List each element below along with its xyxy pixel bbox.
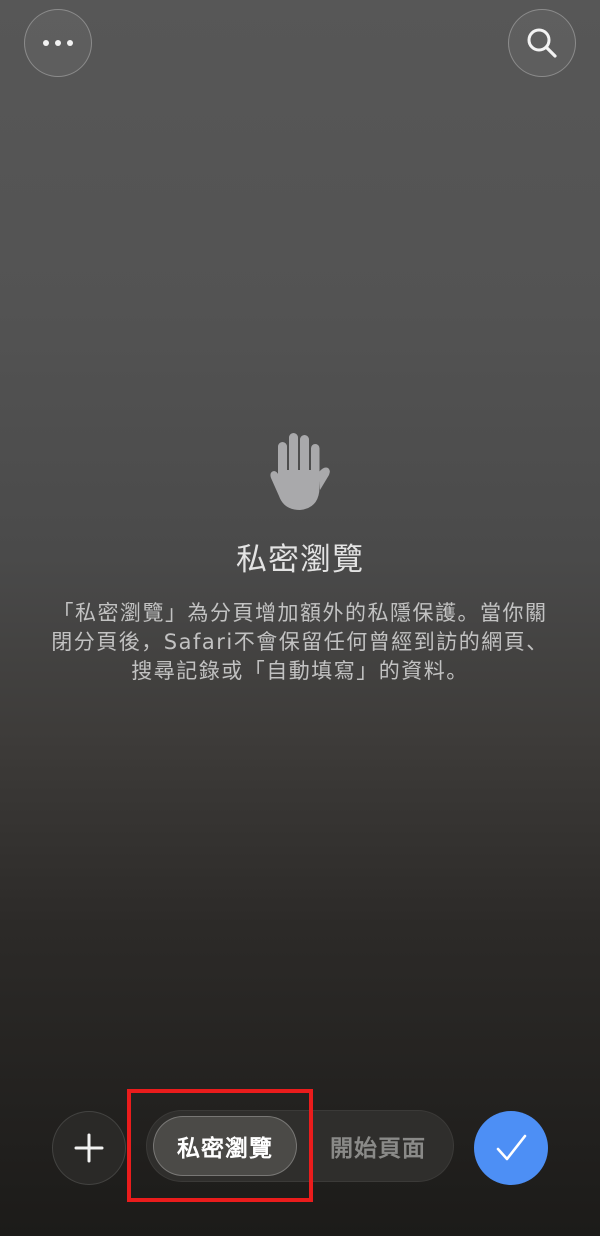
more-options-button[interactable] [24,9,92,77]
hand-raised-icon [270,433,330,510]
tab-group-switcher: 私密瀏覽 開始頁面 [146,1110,454,1182]
description-line: 「私密瀏覽」為分頁增加額外的私隱保護。當你關 [52,601,548,625]
ellipsis-icon [43,40,73,46]
description-line: 搜尋記錄或「自動填寫」的資料。 [131,659,469,683]
new-tab-button[interactable] [52,1111,126,1185]
description-line: 閉分頁後，Safari不會保留任何曾經到訪的網頁、 [51,630,549,654]
search-button[interactable] [508,9,576,77]
plus-icon [74,1133,104,1163]
checkmark-icon [496,1134,527,1161]
done-button[interactable] [474,1111,548,1185]
tab-private-browsing[interactable]: 私密瀏覽 [153,1116,297,1176]
description-text: 「私密瀏覽」為分頁增加額外的私隱保護。當你關 閉分頁後，Safari不會保留任何… [50,599,550,686]
private-browsing-empty-state: 私密瀏覽 「私密瀏覽」為分頁增加額外的私隱保護。當你關 閉分頁後，Safari不… [0,430,600,686]
page-title: 私密瀏覽 [236,542,364,578]
magnifier-icon [527,28,557,58]
tab-start-page[interactable]: 開始頁面 [313,1116,443,1176]
